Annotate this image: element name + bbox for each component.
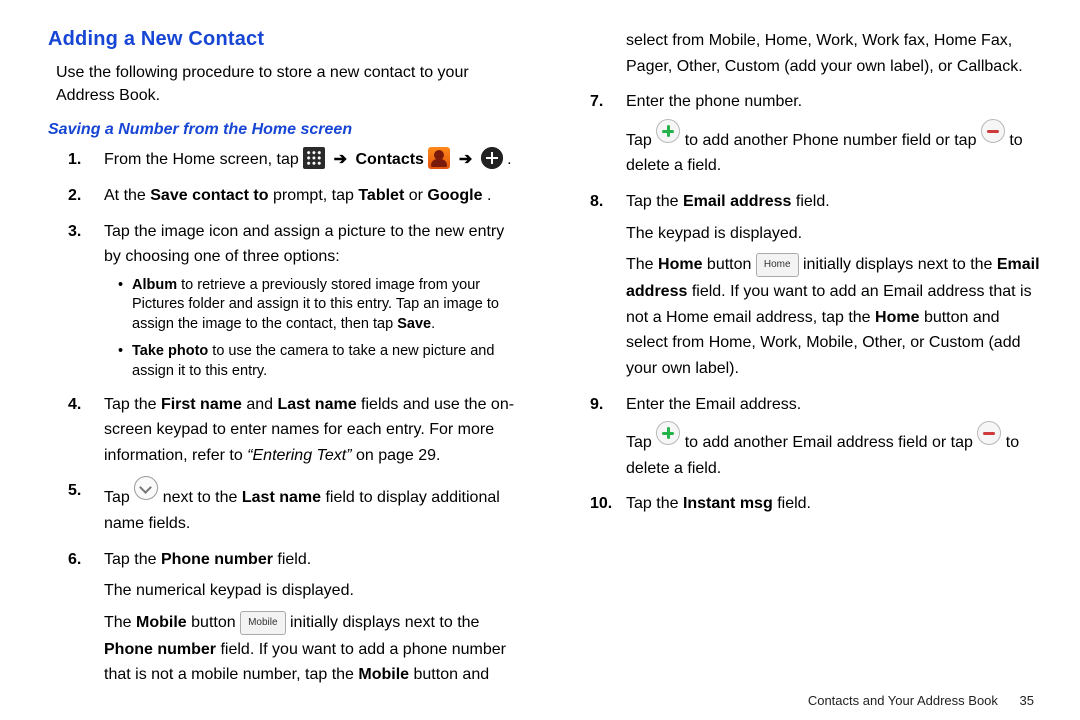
bold: Last name (277, 396, 356, 413)
step-5: 5. Tap next to the Last name field to di… (48, 478, 522, 536)
text: or (409, 187, 428, 204)
mobile-type-button: Mobile (240, 611, 285, 635)
contacts-icon (428, 147, 450, 169)
bullet-list: Album to retrieve a previously stored im… (104, 276, 522, 382)
step-9: 9. Enter the Email address. Tap to add a… (570, 392, 1044, 482)
bold: Mobile (358, 666, 409, 683)
text: . (431, 316, 435, 332)
step-number: 3. (68, 219, 81, 245)
text: Enter the phone number. (626, 93, 802, 110)
chevron-down-icon (134, 476, 158, 500)
text: From the Home screen, tap (104, 151, 303, 168)
text: At the (104, 187, 150, 204)
text: and (246, 396, 277, 413)
text: . (487, 187, 491, 204)
text: Enter the Email address. (626, 396, 801, 413)
delete-field-icon (977, 421, 1001, 445)
text: prompt, tap (273, 187, 358, 204)
text: initially displays next to the (290, 614, 479, 631)
text: button (707, 256, 756, 273)
text: button (191, 614, 240, 631)
home-type-button: Home (756, 253, 799, 277)
step-7: 7. Enter the phone number. Tap to add an… (570, 89, 1044, 179)
text: to add another Phone number field or tap (685, 132, 981, 149)
text: Tap the image icon and assign a picture … (104, 223, 504, 266)
bold: Save (397, 316, 431, 332)
step-number: 7. (590, 89, 603, 115)
step-number: 10. (590, 491, 612, 517)
italic-ref: “Entering Text” (247, 447, 351, 464)
step-number: 2. (68, 183, 81, 209)
bold: Email address (683, 193, 792, 210)
bold: Tablet (358, 187, 404, 204)
text: field. (277, 551, 311, 568)
bullet-take-photo: Take photo to use the camera to take a n… (118, 342, 522, 381)
text: Tap (104, 489, 134, 506)
subsection-heading: Saving a Number from the Home screen (48, 121, 522, 139)
bold: Phone number (104, 641, 216, 658)
bold: Google (427, 187, 482, 204)
text: Tap the (626, 193, 683, 210)
text: field. (796, 193, 830, 210)
step-2: 2. At the Save contact to prompt, tap Ta… (48, 183, 522, 209)
text: Tap (626, 132, 656, 149)
step-number: 1. (68, 147, 81, 173)
step-number: 9. (590, 392, 603, 418)
text: to retrieve a previously stored image fr… (132, 277, 499, 332)
text: field. (777, 495, 811, 512)
text: initially displays next to the (803, 256, 997, 273)
bold: Album (132, 277, 177, 293)
step-number: 8. (590, 189, 603, 215)
text: The (626, 256, 658, 273)
text: Tap the (104, 551, 161, 568)
text: The keypad is displayed. (626, 221, 1044, 247)
bold: Home (658, 256, 702, 273)
bold: Take photo (132, 343, 208, 359)
bold: Save contact to (150, 187, 268, 204)
step-number: 5. (68, 478, 81, 504)
add-field-icon (656, 421, 680, 445)
text: next to the (163, 489, 242, 506)
text: on page 29. (356, 447, 441, 464)
text: Tap the (626, 495, 683, 512)
add-delete-line: Tap to add another Email address field o… (626, 423, 1044, 481)
contacts-label: Contacts (356, 151, 424, 168)
page-body: Adding a New Contact Use the following p… (48, 28, 1044, 696)
bold: Last name (242, 489, 321, 506)
section-heading: Adding a New Contact (48, 28, 522, 51)
page-number: 35 (1020, 693, 1034, 708)
step-8: 8. Tap the Email address field. The keyp… (570, 189, 1044, 382)
text: to add another Email address field or ta… (685, 434, 978, 451)
step-1: 1. From the Home screen, tap ➔ Contacts … (48, 147, 522, 173)
intro-paragraph: Use the following procedure to store a n… (56, 61, 522, 107)
add-delete-line: Tap to add another Phone number field or… (626, 121, 1044, 179)
delete-field-icon (981, 119, 1005, 143)
step-4: 4. Tap the First name and Last name fiel… (48, 392, 522, 469)
page-footer: Contacts and Your Address Book 35 (808, 693, 1034, 708)
bold: First name (161, 396, 242, 413)
step-3: 3. Tap the image icon and assign a pictu… (48, 219, 522, 382)
arrow-icon: ➔ (455, 151, 476, 168)
arrow-icon: ➔ (330, 151, 351, 168)
text: . (507, 151, 511, 168)
bullet-album: Album to retrieve a previously stored im… (118, 276, 522, 335)
apps-grid-icon (303, 147, 325, 169)
text: The numerical keypad is displayed. (104, 578, 522, 604)
add-field-icon (656, 119, 680, 143)
bold: Mobile (136, 614, 187, 631)
home-button-paragraph: The Home button Home initially displays … (626, 252, 1044, 381)
text: Tap the (104, 396, 161, 413)
bold: Home (875, 309, 919, 326)
step-number: 4. (68, 392, 81, 418)
text: Tap (626, 434, 656, 451)
bold: Instant msg (683, 495, 773, 512)
step-10: 10. Tap the Instant msg field. (570, 491, 1044, 517)
add-icon (481, 147, 503, 169)
step-number: 6. (68, 547, 81, 573)
bold: Phone number (161, 551, 273, 568)
text: The (104, 614, 136, 631)
footer-section: Contacts and Your Address Book (808, 693, 998, 708)
